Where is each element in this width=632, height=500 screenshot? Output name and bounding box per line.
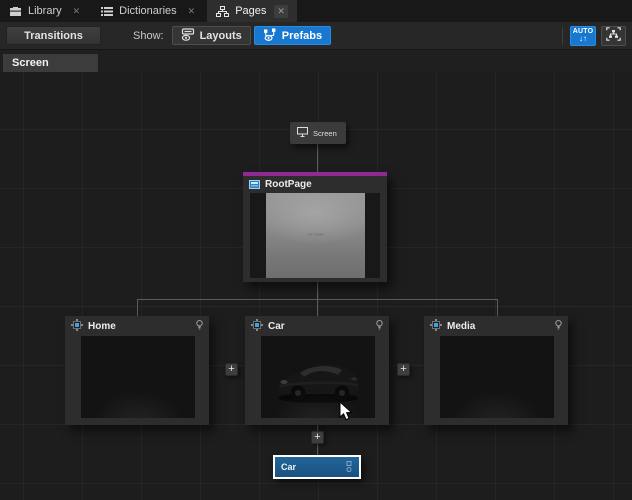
tab-library[interactable]: Library ✕ [0, 0, 92, 22]
layouts-toggle-button[interactable]: Layouts [172, 26, 251, 45]
fit-hierarchy-view-button[interactable] [601, 26, 626, 46]
add-transition-button-left[interactable]: + [225, 363, 238, 376]
auto-sort-button[interactable]: AUTO ↓↑ [570, 26, 596, 46]
prefab-chip-icon [430, 318, 442, 336]
rename-input-value: Car [281, 462, 341, 472]
list-icon [101, 6, 113, 17]
car-thumbnail [261, 336, 375, 418]
media-node[interactable]: Media [424, 316, 568, 425]
close-icon[interactable]: ✕ [70, 5, 84, 18]
tab-bar: Library ✕ Dictionaries ✕ Pages ✕ [0, 0, 632, 22]
prefabs-label: Prefabs [282, 30, 322, 42]
toolbar: Transitions Show: Layouts Prefabs AUTO ↓… [0, 22, 632, 50]
home-thumbnail [81, 336, 195, 418]
tab-label: Pages [235, 5, 266, 17]
lightbulb-icon [555, 318, 562, 336]
monitor-icon [297, 124, 308, 142]
rootpage-thumbnail: no result [250, 193, 380, 278]
transitions-button[interactable]: Transitions [6, 26, 101, 45]
tab-pages[interactable]: Pages ✕ [207, 0, 297, 22]
page-hierarchy-canvas[interactable]: Screen RootPage no result [0, 72, 632, 500]
home-node[interactable]: Home [65, 316, 209, 425]
add-child-page-button[interactable]: + [311, 431, 324, 444]
screen-node[interactable]: Screen [290, 122, 346, 144]
rootpage-node-label: RootPage [265, 179, 381, 190]
page-icon [249, 176, 260, 194]
close-icon[interactable]: ✕ [274, 5, 288, 18]
toolbox-icon [9, 6, 22, 17]
breadcrumb-screen-tab[interactable]: Screen [3, 54, 98, 72]
edit-indicator-icon [345, 461, 353, 473]
close-icon[interactable]: ✕ [185, 5, 199, 18]
sort-arrows-icon: ↓↑ [579, 35, 587, 43]
show-label: Show: [133, 30, 164, 42]
tab-label: Library [28, 5, 62, 17]
car-node-label: Car [268, 321, 371, 332]
lightbulb-icon [196, 318, 203, 336]
prefabs-toggle-button[interactable]: Prefabs [254, 26, 331, 45]
prefab-chip-icon [71, 318, 83, 336]
rootpage-node[interactable]: RootPage no result [243, 172, 387, 282]
layouts-label: Layouts [200, 30, 242, 42]
tab-dictionaries[interactable]: Dictionaries ✕ [92, 0, 207, 22]
media-node-label: Media [447, 321, 550, 332]
lightbulb-icon [376, 318, 383, 336]
path-bar: Screen [0, 50, 632, 72]
tab-label: Dictionaries [119, 5, 176, 17]
toolbar-separator [562, 27, 563, 45]
prefabs-icon [263, 28, 277, 44]
fit-view-icon [606, 27, 621, 44]
screen-node-label: Screen [313, 129, 337, 138]
rootpage-thumbnail-caption: no result [293, 233, 338, 237]
pages-editor-window: Library ✕ Dictionaries ✕ Pages ✕ Transit… [0, 0, 632, 500]
layouts-icon [181, 28, 195, 44]
home-node-label: Home [88, 321, 191, 332]
add-transition-button-right[interactable]: + [397, 363, 410, 376]
new-page-rename-input[interactable]: Car [273, 455, 361, 479]
car-image [272, 348, 364, 406]
hierarchy-icon [216, 6, 229, 17]
media-thumbnail [440, 336, 554, 418]
car-node[interactable]: Car [245, 316, 389, 425]
prefab-chip-icon [251, 318, 263, 336]
